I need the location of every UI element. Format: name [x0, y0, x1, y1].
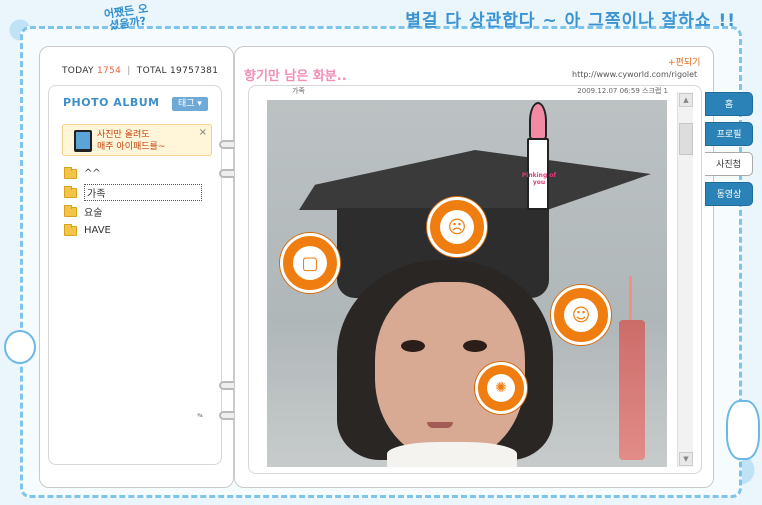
photo-header: 가족 2009.12.07 06:59 스크랩 1 — [268, 86, 668, 96]
folder-icon — [64, 204, 77, 217]
photo-album-title: PHOTO ALBUM — [63, 96, 160, 109]
folder-item[interactable]: 요술 — [64, 202, 202, 221]
doodle-character-right — [726, 400, 760, 460]
folder-item[interactable]: ^^ — [64, 164, 202, 183]
sticker-sneeze-face-icon[interactable]: ✺ — [475, 362, 527, 414]
tab-home[interactable]: 홈 — [705, 92, 753, 116]
scroll-thumb[interactable] — [679, 123, 693, 155]
folder-scroll-arrows[interactable]: ▾▴ — [197, 411, 203, 419]
folder-icon — [64, 185, 77, 198]
right-eye — [463, 340, 487, 352]
doodle-character-left — [4, 330, 36, 364]
sticker-happy-face-icon[interactable]: ☺ — [551, 285, 611, 345]
angry-face-icon: ☹ — [440, 210, 474, 244]
folder-item-selected[interactable]: 가족 — [64, 183, 202, 202]
folder-label: 가족 — [84, 184, 202, 201]
folder-icon — [64, 166, 77, 179]
folder-item[interactable]: HAVE — [64, 221, 202, 240]
mouth — [427, 422, 453, 428]
ipad-icon — [74, 130, 92, 152]
total-value: 19757381 — [170, 66, 219, 76]
tag-dropdown-button[interactable]: 태그 ▾ — [172, 97, 208, 111]
folder-list: ^^ 가족 요술 HAVE — [64, 164, 202, 240]
edit-link[interactable]: +편되기 — [668, 55, 700, 68]
folder-label: 요술 — [84, 208, 103, 219]
tab-photo-album[interactable]: 사진첩 — [705, 152, 753, 176]
lipstick-sticker[interactable]: Pinking of you — [521, 102, 557, 214]
lipstick-tip — [529, 102, 547, 140]
tassel — [619, 320, 645, 460]
lipstick-label: Pinking of you — [521, 172, 557, 186]
frame-icon: ▢ — [293, 246, 327, 280]
photo-meta: 2009.12.07 06:59 스크랩 1 — [577, 87, 668, 95]
scroll-up-arrow-icon[interactable]: ▲ — [679, 93, 693, 107]
promo-text: 사진만 올려도 매주 아이패드를~ — [97, 129, 165, 153]
close-icon[interactable]: × — [199, 127, 207, 138]
homepage-url[interactable]: http://www.cyworld.com/rigolet — [572, 70, 697, 79]
folder-icon — [64, 223, 77, 236]
sneeze-face-icon: ✺ — [487, 374, 515, 402]
today-label: TODAY — [62, 66, 94, 76]
tab-profile[interactable]: 프로필 — [705, 122, 753, 146]
tassel-cord — [629, 276, 632, 326]
counter-separator: | — [127, 66, 131, 76]
folder-label: HAVE — [84, 225, 111, 236]
folder-label: ^^ — [84, 168, 101, 179]
photo-scrollbar[interactable]: ▲ ▼ — [677, 92, 693, 467]
promo-text-line2: 매주 아이패드를~ — [97, 142, 166, 152]
happy-face-icon: ☺ — [564, 298, 598, 332]
total-label: TOTAL — [136, 66, 167, 76]
sticker-angry-face-icon[interactable]: ☹ — [427, 197, 487, 257]
ipad-promo-banner[interactable]: 사진만 올려도 매주 아이패드를~ × — [62, 124, 212, 156]
sticker-frame-icon[interactable]: ▢ — [280, 233, 340, 293]
today-value: 1754 — [96, 66, 122, 76]
photo-folder-name: 가족 — [292, 87, 305, 95]
page-title: 향기만 남은 화분.. — [244, 69, 347, 84]
scroll-down-arrow-icon[interactable]: ▼ — [679, 452, 693, 466]
left-eye — [401, 340, 425, 352]
promo-text-line1: 사진만 올려도 — [97, 130, 150, 140]
graduation-photo[interactable]: Pinking of you ▢ ☹ ☺ ✺ — [267, 100, 667, 467]
tab-video[interactable]: 동영상 — [705, 182, 753, 206]
collar — [387, 442, 517, 467]
visitor-counter: TODAY 1754 | TOTAL 19757381 — [62, 66, 218, 76]
header-slogan: 별걸 다 상관합다 ~ 아 그쪽이나 잘하쇼 !! — [405, 11, 736, 31]
